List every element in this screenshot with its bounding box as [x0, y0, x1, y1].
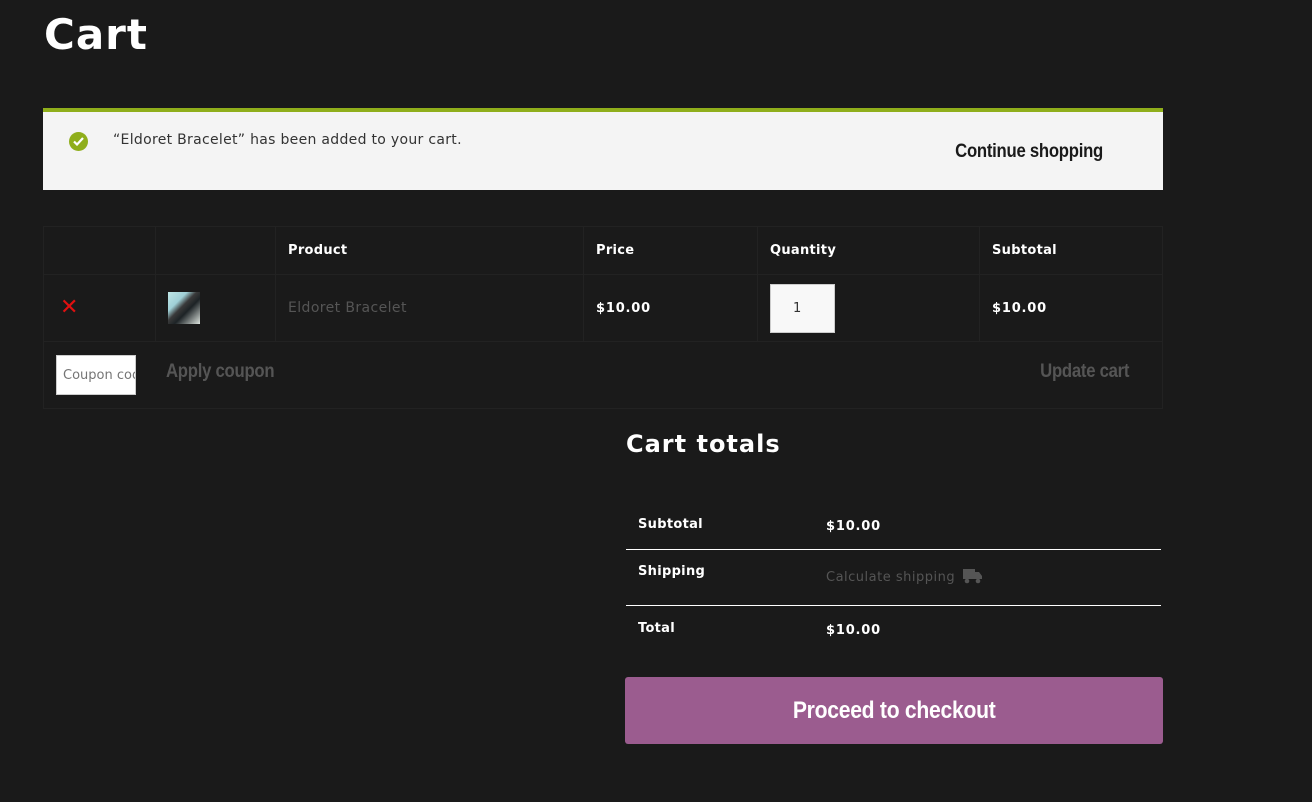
- apply-coupon-button[interactable]: Apply coupon: [166, 361, 275, 383]
- calculate-shipping-label: Calculate shipping: [826, 570, 956, 585]
- header-subtotal: Subtotal: [979, 226, 1163, 275]
- notice-message: “Eldoret Bracelet” has been added to you…: [113, 132, 462, 148]
- remove-x-icon[interactable]: ✕: [60, 297, 78, 319]
- cart-added-notice: “Eldoret Bracelet” has been added to you…: [43, 108, 1163, 190]
- cart-table: Product Price Quantity Subtotal ✕ Eldore…: [43, 226, 1163, 409]
- cart-totals-title: Cart totals: [626, 430, 781, 458]
- cart-table-header: Product Price Quantity Subtotal: [43, 226, 1163, 275]
- header-product: Product: [275, 226, 584, 275]
- product-link[interactable]: Eldoret Bracelet: [288, 300, 407, 316]
- coupon-input[interactable]: [56, 355, 136, 395]
- product-price: $10.00: [596, 301, 651, 316]
- header-remove: [43, 226, 156, 275]
- subtotal-cell: $10.00: [979, 274, 1163, 342]
- cart-actions-row: Apply coupon Update cart: [43, 341, 1163, 409]
- thumbnail-cell: [155, 274, 276, 342]
- price-cell: $10.00: [583, 274, 758, 342]
- shipping-label: Shipping: [638, 563, 706, 579]
- product-thumbnail[interactable]: [168, 292, 200, 324]
- product-cell: Eldoret Bracelet: [275, 274, 584, 342]
- checkout-label: Proceed to checkout: [792, 696, 996, 724]
- cart-actions: Apply coupon Update cart: [43, 341, 1163, 409]
- truck-icon: [963, 568, 983, 588]
- quantity-input[interactable]: [770, 283, 835, 333]
- table-row: ✕ Eldoret Bracelet $10.00 $10.00: [43, 274, 1163, 342]
- totals-total-row: Total $10.00: [626, 605, 1161, 651]
- header-thumbnail: [155, 226, 276, 275]
- shipping-cell: Calculate shipping: [814, 549, 1161, 605]
- subtotal-label: Subtotal: [638, 516, 703, 532]
- total-label: Total: [638, 620, 676, 636]
- page-title: Cart: [44, 10, 148, 59]
- check-circle-icon: [69, 132, 88, 151]
- quantity-cell: [757, 274, 980, 342]
- continue-shopping-link[interactable]: Continue shopping: [955, 141, 1103, 163]
- update-cart-button[interactable]: Update cart: [1040, 361, 1129, 383]
- cart-totals-table: Subtotal $10.00 Shipping Calculate shipp…: [626, 500, 1161, 651]
- remove-cell: ✕: [43, 274, 156, 342]
- header-price: Price: [583, 226, 758, 275]
- subtotal-value: $10.00: [826, 518, 881, 534]
- calculate-shipping-link[interactable]: Calculate shipping: [826, 568, 983, 588]
- totals-shipping-row: Shipping Calculate shipping: [626, 549, 1161, 605]
- total-value: $10.00: [826, 622, 881, 638]
- product-subtotal: $10.00: [992, 301, 1047, 316]
- totals-subtotal-row: Subtotal $10.00: [626, 500, 1161, 549]
- proceed-to-checkout-button[interactable]: Proceed to checkout: [625, 677, 1163, 744]
- header-quantity: Quantity: [757, 226, 980, 275]
